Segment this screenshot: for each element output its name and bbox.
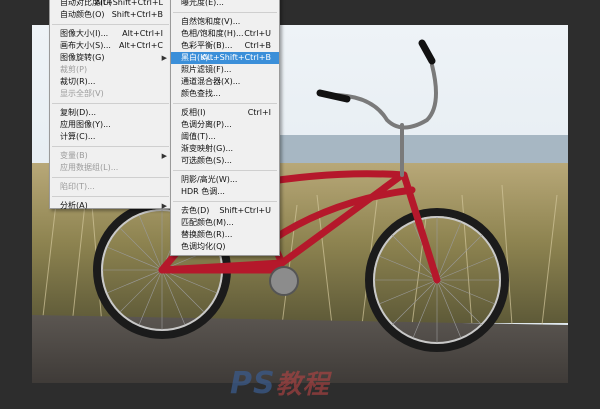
image-menu: 自动对比度(U) Alt+Shift+Ctrl+L 自动颜色(O) Shift+Ctr… <box>49 0 172 212</box>
menu-separator <box>52 24 169 25</box>
menu-item-label: 色调分离(P)... <box>181 120 232 129</box>
menu-item-label: 通道混合器(X)... <box>181 77 241 86</box>
menu-item-label: 应用图像(Y)... <box>60 120 111 129</box>
adjustments-menu-item[interactable]: 自然饱和度(V)... <box>171 16 279 28</box>
menu-item-label: 自动颜色(O) <box>60 10 105 19</box>
adjustments-menu-item[interactable]: 色彩平衡(B)... Ctrl+B <box>171 40 279 52</box>
menu-separator <box>173 12 277 13</box>
menu-separator <box>173 103 277 104</box>
adjustments-menu-item[interactable]: 阴影/高光(W)... <box>171 174 279 186</box>
adjustments-menu-item[interactable]: 色相/饱和度(H)... Ctrl+U <box>171 28 279 40</box>
image-menu-item: 应用数据组(L)... <box>50 162 171 174</box>
adjustments-menu-item[interactable]: 可选颜色(S)... <box>171 155 279 167</box>
adjustments-menu-item[interactable]: 渐变映射(G)... <box>171 143 279 155</box>
menu-item-shortcut: Ctrl+B <box>244 41 271 50</box>
adjustments-menu-item[interactable]: 颜色查找... <box>171 88 279 100</box>
menu-item-label: 分析(A) <box>60 201 88 210</box>
menu-item-label: 应用数据组(L)... <box>60 163 119 172</box>
menu-item-label: 复制(D)... <box>60 108 97 117</box>
chainring <box>269 266 299 296</box>
menu-separator <box>52 177 169 178</box>
image-menu-item[interactable]: 图像旋转(G) ▶ <box>50 52 171 64</box>
adjustments-menu-item[interactable]: 曝光度(E)... <box>171 0 279 9</box>
menu-separator <box>52 103 169 104</box>
menu-item-label: 渐变映射(G)... <box>181 144 234 153</box>
menu-item-label: 色彩平衡(B)... <box>181 41 233 50</box>
menu-separator <box>173 170 277 171</box>
adjustments-menu-item[interactable]: 色调均化(Q) <box>171 241 279 253</box>
menu-item-label: 陷印(T)... <box>60 182 95 191</box>
menu-item-shortcut: Ctrl+I <box>247 108 271 117</box>
menu-item-label: 颜色查找... <box>181 89 221 98</box>
image-menu-item: 陷印(T)... <box>50 181 171 193</box>
menu-item-label: 图像旋转(G) <box>60 53 105 62</box>
menu-item-shortcut: Shift+Ctrl+B <box>111 10 163 19</box>
menu-item-label: 去色(D) <box>181 206 210 215</box>
menu-item-label: 曝光度(E)... <box>181 0 224 7</box>
image-menu-item: 变量(B) ▶ <box>50 150 171 162</box>
menu-item-label: 色调均化(Q) <box>181 242 226 251</box>
image-menu-item[interactable]: 画布大小(S)... Alt+Ctrl+C <box>50 40 171 52</box>
adjustments-submenu: 曝光度(E)... 自然饱和度(V)... 色相/饱和度(H)... Ctrl+U 色彩… <box>170 0 280 256</box>
menu-item-shortcut: Alt+Shift+Ctrl+B <box>202 53 271 62</box>
adjustments-menu-item[interactable]: 阈值(T)... <box>171 131 279 143</box>
menu-separator <box>173 201 277 202</box>
menu-item-label: 自然饱和度(V)... <box>181 17 241 26</box>
menu-item-shortcut: Alt+Ctrl+C <box>118 41 163 50</box>
menu-item-label: 图像大小(I)... <box>60 29 109 38</box>
adjustments-menu-item[interactable]: 黑白(K)... Alt+Shift+Ctrl+B <box>171 52 279 64</box>
submenu-arrow-icon: ▶ <box>161 152 167 160</box>
image-menu-item[interactable]: 裁切(R)... <box>50 76 171 88</box>
menu-item-label: 反相(I) <box>181 108 206 117</box>
image-menu-item[interactable]: 自动颜色(O) Shift+Ctrl+B <box>50 9 171 21</box>
submenu-arrow-icon: ▶ <box>161 202 167 210</box>
menu-item-label: 阴影/高光(W)... <box>181 175 238 184</box>
adjustments-menu-item[interactable]: 通道混合器(X)... <box>171 76 279 88</box>
menu-separator <box>52 146 169 147</box>
watermark-ps: PS <box>230 366 276 401</box>
menu-item-label: 色相/饱和度(H)... <box>181 29 244 38</box>
menu-item-label: 裁切(R)... <box>60 77 96 86</box>
image-menu-item[interactable]: 分析(A) ▶ <box>50 200 171 212</box>
adjustments-menu-item[interactable]: 匹配颜色(M)... <box>171 217 279 229</box>
image-menu-item: 裁剪(P) <box>50 64 171 76</box>
adjustments-menu-item[interactable]: HDR 色调... <box>171 186 279 198</box>
image-menu-item[interactable]: 计算(C)... <box>50 131 171 143</box>
submenu-arrow-icon: ▶ <box>161 54 167 62</box>
menu-item-label: 照片滤镜(F)... <box>181 65 232 74</box>
image-menu-item[interactable]: 自动对比度(U) Alt+Shift+Ctrl+L <box>50 0 171 9</box>
menu-item-label: 变量(B) <box>60 151 88 160</box>
menu-item-shortcut: Shift+Ctrl+U <box>219 206 271 215</box>
menu-item-label: HDR 色调... <box>181 187 225 196</box>
menu-separator <box>52 196 169 197</box>
adjustments-menu-item[interactable]: 去色(D) Shift+Ctrl+U <box>171 205 279 217</box>
watermark-cn: 教程 <box>275 370 330 400</box>
watermark-logo: PS教程 <box>230 364 330 401</box>
menu-item-label: 裁剪(P) <box>60 65 88 74</box>
adjustments-menu-item[interactable]: 色调分离(P)... <box>171 119 279 131</box>
adjustments-menu-item[interactable]: 反相(I) Ctrl+I <box>171 107 279 119</box>
menu-item-label: 计算(C)... <box>60 132 96 141</box>
menu-item-label: 替换颜色(R)... <box>181 230 233 239</box>
menu-item-label: 画布大小(S)... <box>60 41 111 50</box>
image-menu-item[interactable]: 复制(D)... <box>50 107 171 119</box>
menu-item-label: 显示全部(V) <box>60 89 104 98</box>
adjustments-menu-item[interactable]: 照片滤镜(F)... <box>171 64 279 76</box>
image-menu-item: 显示全部(V) <box>50 88 171 100</box>
adjustments-menu-item[interactable]: 替换颜色(R)... <box>171 229 279 241</box>
menu-item-label: 可选颜色(S)... <box>181 156 232 165</box>
menu-item-shortcut: Alt+Ctrl+I <box>122 29 163 38</box>
menu-item-label: 阈值(T)... <box>181 132 216 141</box>
image-menu-item[interactable]: 图像大小(I)... Alt+Ctrl+I <box>50 28 171 40</box>
menu-item-shortcut: Alt+Shift+Ctrl+L <box>95 0 163 7</box>
menu-item-label: 匹配颜色(M)... <box>181 218 234 227</box>
image-menu-item[interactable]: 应用图像(Y)... <box>50 119 171 131</box>
menu-item-shortcut: Ctrl+U <box>244 29 271 38</box>
